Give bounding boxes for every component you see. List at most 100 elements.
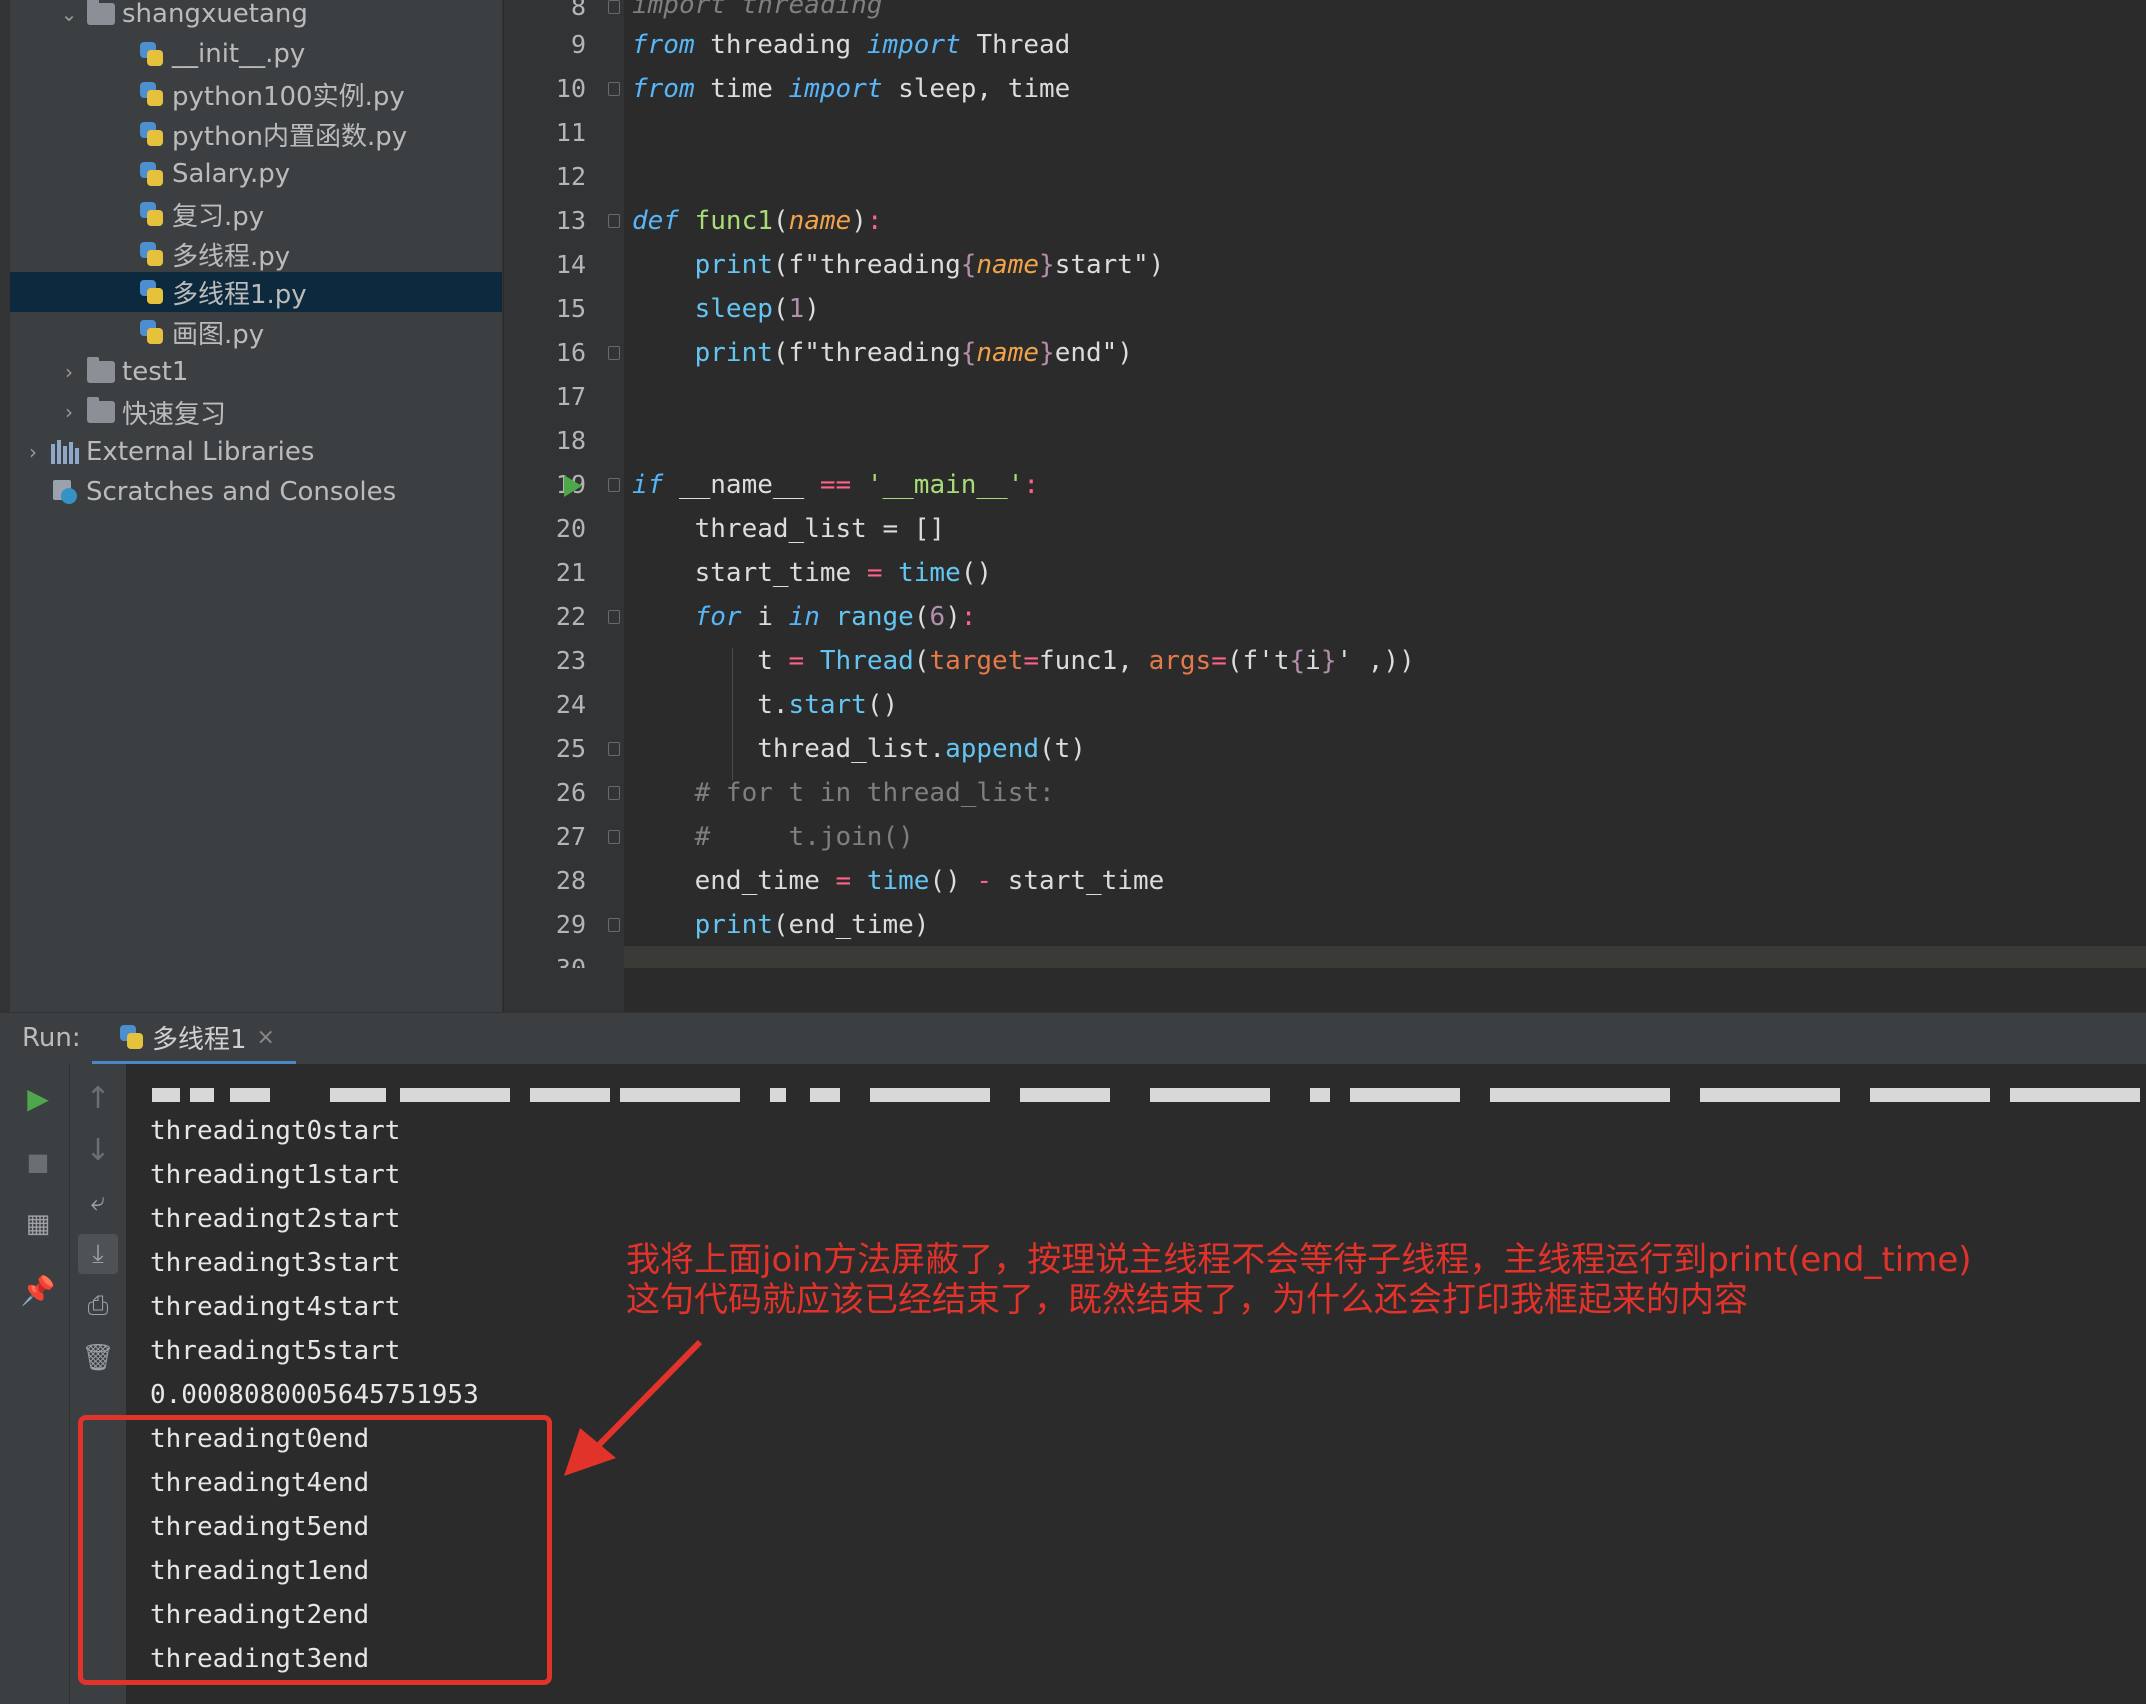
print-icon[interactable]: ⎙: [78, 1286, 118, 1326]
tree-item-label: 复习.py: [172, 201, 265, 232]
line-number: 15: [555, 294, 586, 323]
arrow-up-icon[interactable]: ↑: [78, 1078, 118, 1118]
rerun-icon[interactable]: ▶: [18, 1078, 58, 1118]
tree-item-builtins[interactable]: python内置函数.py: [10, 114, 502, 154]
line-number: 10: [555, 74, 586, 103]
tree-item-python100[interactable]: python100实例.py: [10, 74, 502, 114]
tree-item-label: test1: [122, 357, 189, 387]
code-line-22: for i in range(6):: [694, 602, 977, 632]
fold-marker-icon[interactable]: [608, 742, 620, 756]
redacted-command-line: [150, 1080, 2146, 1108]
tree-item-label: Scratches and Consoles: [86, 477, 397, 507]
line-number: 11: [555, 118, 586, 147]
code-line-27: # t.join(): [694, 822, 914, 852]
run-gutter-icon[interactable]: [564, 475, 582, 497]
scroll-to-end-icon[interactable]: ⤓: [78, 1234, 118, 1274]
code-line-29: print(end_time): [694, 910, 930, 940]
code-line-15: sleep(1): [694, 294, 820, 324]
code-line-25: thread_list.append(t): [757, 734, 1086, 764]
line-number: 29: [555, 910, 586, 939]
tree-item-review[interactable]: 复习.py: [10, 194, 502, 234]
code-line-9: from threading import Thread: [632, 30, 1071, 60]
code-line-20: thread_list = []: [694, 514, 946, 544]
close-icon[interactable]: ×: [257, 1025, 275, 1050]
code-line-23: t = Thread(target=func1, args=(f't{i}' ,…: [757, 646, 1415, 676]
console-line: threadingt1start: [150, 1160, 401, 1190]
annotation-line-2: 这句代码就应该已经结束了，既然结束了，为什么还会打印我框起来的内容: [626, 1280, 1748, 1320]
stop-icon[interactable]: ■: [18, 1142, 58, 1182]
highlight-box: [78, 1415, 552, 1685]
line-number: 12: [555, 162, 586, 191]
console-line: threadingt4start: [150, 1292, 401, 1322]
fold-marker-icon[interactable]: [608, 0, 620, 14]
annotation-line-1: 我将上面join方法屏蔽了，按理说主线程不会等待子线程，主线程运行到print(…: [626, 1240, 1972, 1280]
fold-marker-icon[interactable]: [608, 918, 620, 932]
fold-marker-icon[interactable]: [608, 214, 620, 228]
tree-item-label: __init__.py: [172, 39, 306, 69]
python-file-icon: [134, 317, 168, 347]
line-number: 16: [555, 338, 586, 367]
annotation-text: 我将上面join方法屏蔽了，按理说主线程不会等待子线程，主线程运行到print(…: [626, 1240, 2126, 1320]
console-line: threadingt2start: [150, 1204, 401, 1234]
tree-item-quick-review[interactable]: › 快速复习: [10, 392, 502, 432]
python-file-icon: [134, 277, 168, 307]
code-line-19: if __name__ == '__main__':: [632, 470, 1040, 500]
current-line-highlight: [624, 946, 2146, 968]
line-number: 26: [555, 778, 586, 807]
fold-marker-icon[interactable]: [608, 830, 620, 844]
run-panel-header: Run: 多线程1 ×: [0, 1012, 2146, 1065]
fold-marker-icon[interactable]: [608, 82, 620, 96]
pin-icon[interactable]: 📌: [18, 1270, 58, 1310]
python-run-icon: [118, 1024, 144, 1050]
fold-marker-icon[interactable]: [608, 610, 620, 624]
tree-item-drawing[interactable]: 画图.py: [10, 312, 502, 352]
line-number: 27: [555, 822, 586, 851]
tree-item-external-libraries[interactable]: › External Libraries: [10, 432, 502, 472]
chevron-right-icon[interactable]: ›: [54, 400, 84, 424]
scratches-icon: [48, 477, 82, 507]
line-number: 20: [555, 514, 586, 543]
soft-wrap-icon[interactable]: ⤶: [78, 1182, 118, 1222]
code-editor[interactable]: 8 9 10 11 12 13 14 15 16 17 18 19 20 21 …: [504, 0, 2146, 1012]
code-line-8: import threading: [632, 0, 883, 20]
run-tab[interactable]: 多线程1 ×: [92, 1013, 296, 1065]
tree-item-label: shangxuetang: [122, 0, 308, 29]
fold-marker-icon[interactable]: [608, 346, 620, 360]
code-line-21: start_time = time(): [694, 558, 993, 588]
tree-item-multithread[interactable]: 多线程.py: [10, 234, 502, 274]
tree-item-init[interactable]: __init__.py: [10, 34, 502, 74]
line-number: 8: [570, 0, 586, 21]
run-panel-title: Run:: [22, 1023, 81, 1053]
run-toolbar: ▶ ■ ▦ 📌: [0, 1064, 70, 1704]
tree-item-label: 多线程1.py: [172, 279, 307, 310]
python-file-icon: [134, 159, 168, 189]
chevron-right-icon[interactable]: ›: [54, 360, 84, 384]
line-number: 30: [504, 954, 586, 968]
console-line: 0.0008080005645751953: [150, 1380, 479, 1410]
python-file-icon: [134, 199, 168, 229]
arrow-down-icon[interactable]: ↓: [78, 1130, 118, 1170]
run-tab-label: 多线程1: [152, 1024, 247, 1055]
tree-item-label: python100实例.py: [172, 81, 405, 112]
trash-icon[interactable]: 🗑: [78, 1338, 118, 1378]
console-line: threadingt0start: [150, 1116, 401, 1146]
line-number: 24: [555, 690, 586, 719]
tree-item-salary[interactable]: Salary.py: [10, 154, 502, 194]
fold-marker-icon[interactable]: [608, 478, 620, 492]
line-gutter: 8 9 10 11 12 13 14 15 16 17 18 19 20 21 …: [504, 0, 624, 1012]
chevron-right-icon[interactable]: ›: [18, 440, 48, 464]
tree-item-test1[interactable]: › test1: [10, 352, 502, 392]
tree-item-multithread1[interactable]: 多线程1.py: [10, 272, 502, 312]
python-file-icon: [134, 239, 168, 269]
tree-item-scratches[interactable]: Scratches and Consoles: [10, 472, 502, 512]
annotation-arrow: [564, 1339, 703, 1476]
layout-icon[interactable]: ▦: [18, 1204, 58, 1244]
chevron-down-icon[interactable]: ⌄: [54, 2, 84, 26]
line-number: 22: [555, 602, 586, 631]
tree-item-label: External Libraries: [86, 437, 315, 467]
code-line-28: end_time = time() - start_time: [694, 866, 1165, 896]
fold-marker-icon[interactable]: [608, 786, 620, 800]
line-number: 23: [555, 646, 586, 675]
console-line: threadingt3start: [150, 1248, 401, 1278]
tree-item-shangxuetang[interactable]: ⌄ shangxuetang: [10, 0, 502, 34]
